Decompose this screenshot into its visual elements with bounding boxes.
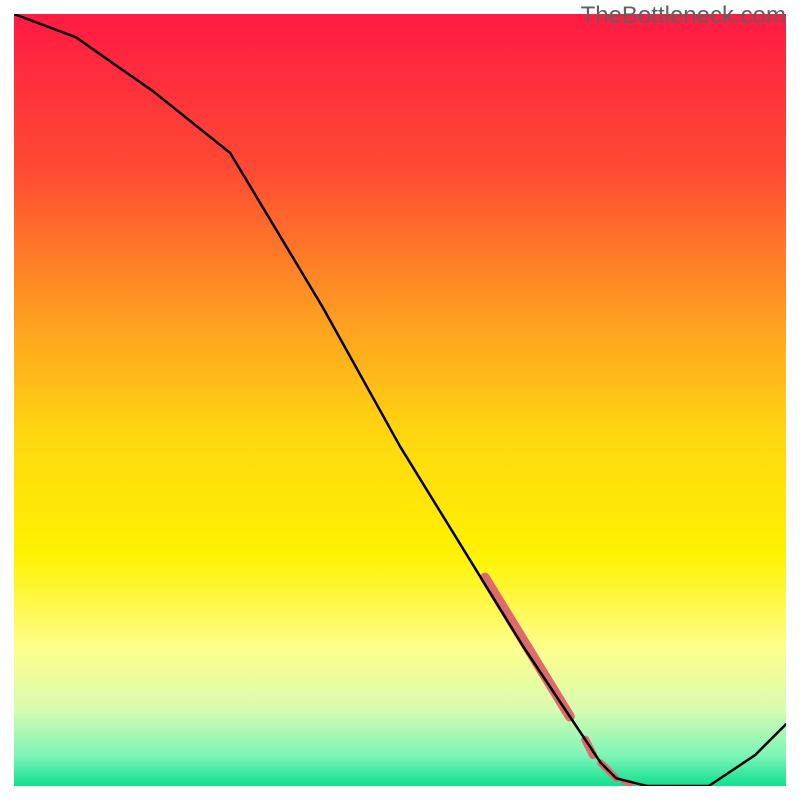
highlight-band — [485, 578, 632, 784]
watermark-text: TheBottleneck.com — [581, 2, 786, 30]
plot-area — [14, 14, 786, 786]
line-layer — [14, 14, 786, 786]
chart-container: TheBottleneck.com — [0, 0, 800, 800]
data-curve — [14, 14, 786, 786]
